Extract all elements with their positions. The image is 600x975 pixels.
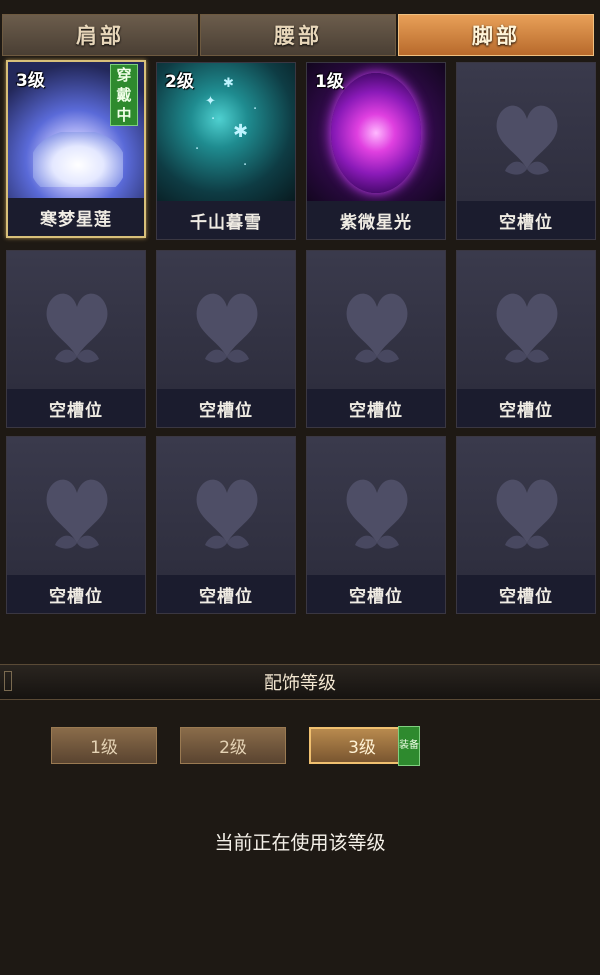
level-2-button[interactable]: 2级 <box>180 727 286 764</box>
sparkle-icon: ✱ <box>223 76 234 91</box>
empty-slot-art <box>307 251 445 391</box>
sparkle-icon: ✦ <box>205 94 216 109</box>
empty-slot-art <box>457 437 595 577</box>
butterfly-icon <box>346 479 408 549</box>
slot-name: 空槽位 <box>457 201 595 239</box>
empty-slot-art <box>7 251 145 391</box>
empty-slot-art <box>457 63 595 203</box>
slot-name: 千山暮雪 <box>157 201 295 239</box>
slot-name: 紫微星光 <box>307 201 445 239</box>
tab-shoulder[interactable]: 肩部 <box>2 14 198 56</box>
slot-level-label: 3级 <box>16 71 45 91</box>
lotus-flower <box>33 132 123 187</box>
slot-8[interactable]: 空槽位 <box>456 250 596 428</box>
slot-name: 空槽位 <box>457 389 595 427</box>
butterfly-icon <box>496 105 558 175</box>
slot-name: 空槽位 <box>307 389 445 427</box>
sparkle-icon: · <box>211 112 216 127</box>
tab-bar: 肩部 腰部 脚部 <box>0 0 600 58</box>
slot-12[interactable]: 空槽位 <box>456 436 596 614</box>
slot-4[interactable]: 空槽位 <box>456 62 596 240</box>
slot-9[interactable]: 空槽位 <box>6 436 146 614</box>
butterfly-icon <box>196 293 258 363</box>
sparkle-icon: · <box>253 102 258 117</box>
slot-level-label: 2级 <box>165 72 194 92</box>
empty-slot-art <box>457 251 595 391</box>
tab-feet[interactable]: 脚部 <box>398 14 594 56</box>
wearing-badge: 穿戴中 <box>110 64 138 126</box>
empty-slot-art <box>157 437 295 577</box>
empty-slot-art <box>307 437 445 577</box>
section-title: 配饰等级 <box>264 673 336 694</box>
tab-waist[interactable]: 腰部 <box>200 14 396 56</box>
slot-1[interactable]: 3级 穿戴中 寒梦星莲 <box>6 60 146 238</box>
slot-name: 空槽位 <box>457 575 595 613</box>
butterfly-icon <box>196 479 258 549</box>
sparkle-icon: ✱ <box>233 121 249 142</box>
slot-name: 空槽位 <box>7 389 145 427</box>
butterfly-icon <box>496 479 558 549</box>
slot-5[interactable]: 空槽位 <box>6 250 146 428</box>
accessory-level-header: 配饰等级 <box>0 664 600 700</box>
orb-ring <box>331 73 421 193</box>
slot-name: 寒梦星莲 <box>8 198 144 236</box>
slot-name: 空槽位 <box>157 575 295 613</box>
slot-3[interactable]: 1级 紫微星光 <box>306 62 446 240</box>
sparkle-icon: · <box>195 142 200 157</box>
slot-7[interactable]: 空槽位 <box>306 250 446 428</box>
butterfly-icon <box>346 293 408 363</box>
butterfly-icon <box>46 479 108 549</box>
empty-slot-art <box>7 437 145 577</box>
level-1-button[interactable]: 1级 <box>51 727 157 764</box>
sparkle-icon: · <box>243 158 248 173</box>
slot-10[interactable]: 空槽位 <box>156 436 296 614</box>
slot-name: 空槽位 <box>307 575 445 613</box>
slot-2[interactable]: ✱ ✦ ✱ · · · · 2级 千山暮雪 <box>156 62 296 240</box>
slot-6[interactable]: 空槽位 <box>156 250 296 428</box>
slot-11[interactable]: 空槽位 <box>306 436 446 614</box>
slot-level-label: 1级 <box>315 72 344 92</box>
equipped-badge: 装备 <box>398 726 420 766</box>
slot-name: 空槽位 <box>7 575 145 613</box>
empty-slot-art <box>157 251 295 391</box>
status-text: 当前正在使用该等级 <box>214 832 386 854</box>
butterfly-icon <box>496 293 558 363</box>
slot-name: 空槽位 <box>157 389 295 427</box>
butterfly-icon <box>46 293 108 363</box>
